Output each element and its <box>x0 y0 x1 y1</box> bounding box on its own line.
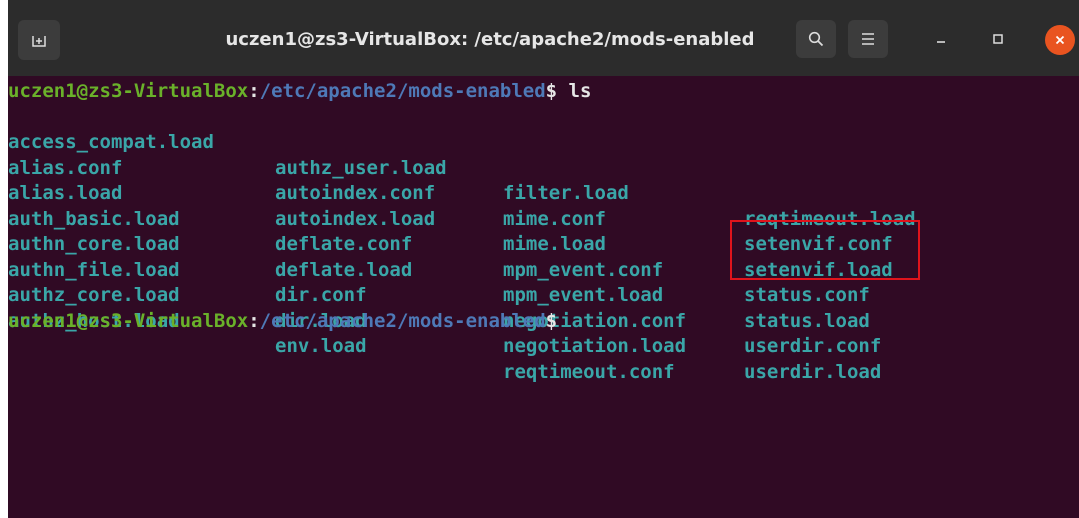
maximize-button[interactable] <box>983 24 1013 54</box>
maximize-icon <box>993 34 1003 44</box>
prompt-user-host: uczen1@zs3-VirtualBox <box>8 309 249 332</box>
listing-row: auth_basic.load deflate.conf mpm_event.c… <box>8 181 870 307</box>
file-entry-highlighted: userdir.load <box>744 360 882 383</box>
file-entry-highlighted: userdir.conf <box>744 335 882 357</box>
prompt-line: uczen1@zs3-VirtualBox:/etc/apache2/mods-… <box>8 79 591 105</box>
prompt-colon: : <box>248 309 260 332</box>
prompt-path: /etc/apache2/mods-enabled <box>259 309 546 332</box>
minimize-button[interactable] <box>926 24 956 54</box>
file-entry: mpm_event.load <box>503 284 664 306</box>
prompt-line: uczen1@zs3-VirtualBox:/etc/apache2/mods-… <box>8 309 557 335</box>
file-entry: authz_user.load <box>275 156 447 179</box>
close-button[interactable] <box>1045 25 1075 55</box>
highlight-box <box>730 220 920 280</box>
menu-button[interactable] <box>848 20 888 58</box>
listing-row: alias.conf autoindex.conf mime.conf sete… <box>8 130 893 256</box>
listing-row: authn_file.load dir.conf negotiation.con… <box>8 232 881 358</box>
hamburger-menu-icon <box>862 33 874 45</box>
prompt-user-host: uczen1@zs3-VirtualBox <box>8 80 249 102</box>
terminal-output[interactable]: uczen1@zs3-VirtualBox:/etc/apache2/mods-… <box>8 76 1079 518</box>
file-entry: negotiation.load <box>503 335 687 357</box>
file-entry: reqtimeout.conf <box>503 360 675 383</box>
title-bar: uczen1@zs3-VirtualBox: /etc/apache2/mods… <box>8 0 1079 76</box>
file-entry: autoindex.conf <box>275 182 436 204</box>
file-entry: mpm_event.conf <box>503 258 664 281</box>
listing-row: authn_core.load deflate.load mpm_event.l… <box>8 207 870 332</box>
listing-row: access_compat.load authz_user.load filte… <box>8 105 916 230</box>
file-entry: autoindex.load <box>275 207 436 230</box>
prompt-dollar: $ <box>545 309 558 332</box>
close-icon <box>1055 35 1065 45</box>
file-entry: mime.conf <box>503 207 606 230</box>
file-entry: status.load <box>744 309 870 332</box>
file-entry: filter.load <box>503 182 629 204</box>
prompt-colon: : <box>248 80 260 102</box>
prompt-dollar: $ <box>545 80 558 102</box>
file-entry: mime.load <box>503 233 606 255</box>
file-entry: env.load <box>275 335 367 357</box>
minimize-icon <box>937 41 945 43</box>
prompt-path: /etc/apache2/mods-enabled <box>259 80 546 102</box>
file-entry: deflate.load <box>275 258 413 281</box>
terminal-window: uczen1@zs3-VirtualBox: /etc/apache2/mods… <box>8 0 1079 518</box>
listing-row: authz_core.load dir.load negotiation.loa… <box>8 258 881 383</box>
command-text: ls <box>557 80 592 102</box>
listing-row: alias.load autoindex.load mime.load sete… <box>8 156 893 281</box>
file-entry: dir.conf <box>275 284 367 306</box>
file-entry: deflate.conf <box>275 233 413 255</box>
search-icon <box>808 31 824 47</box>
file-entry: status.conf <box>744 284 870 306</box>
listing-row: authz_host.load env.load reqtimeout.conf <box>8 283 675 383</box>
search-button[interactable] <box>796 20 836 58</box>
